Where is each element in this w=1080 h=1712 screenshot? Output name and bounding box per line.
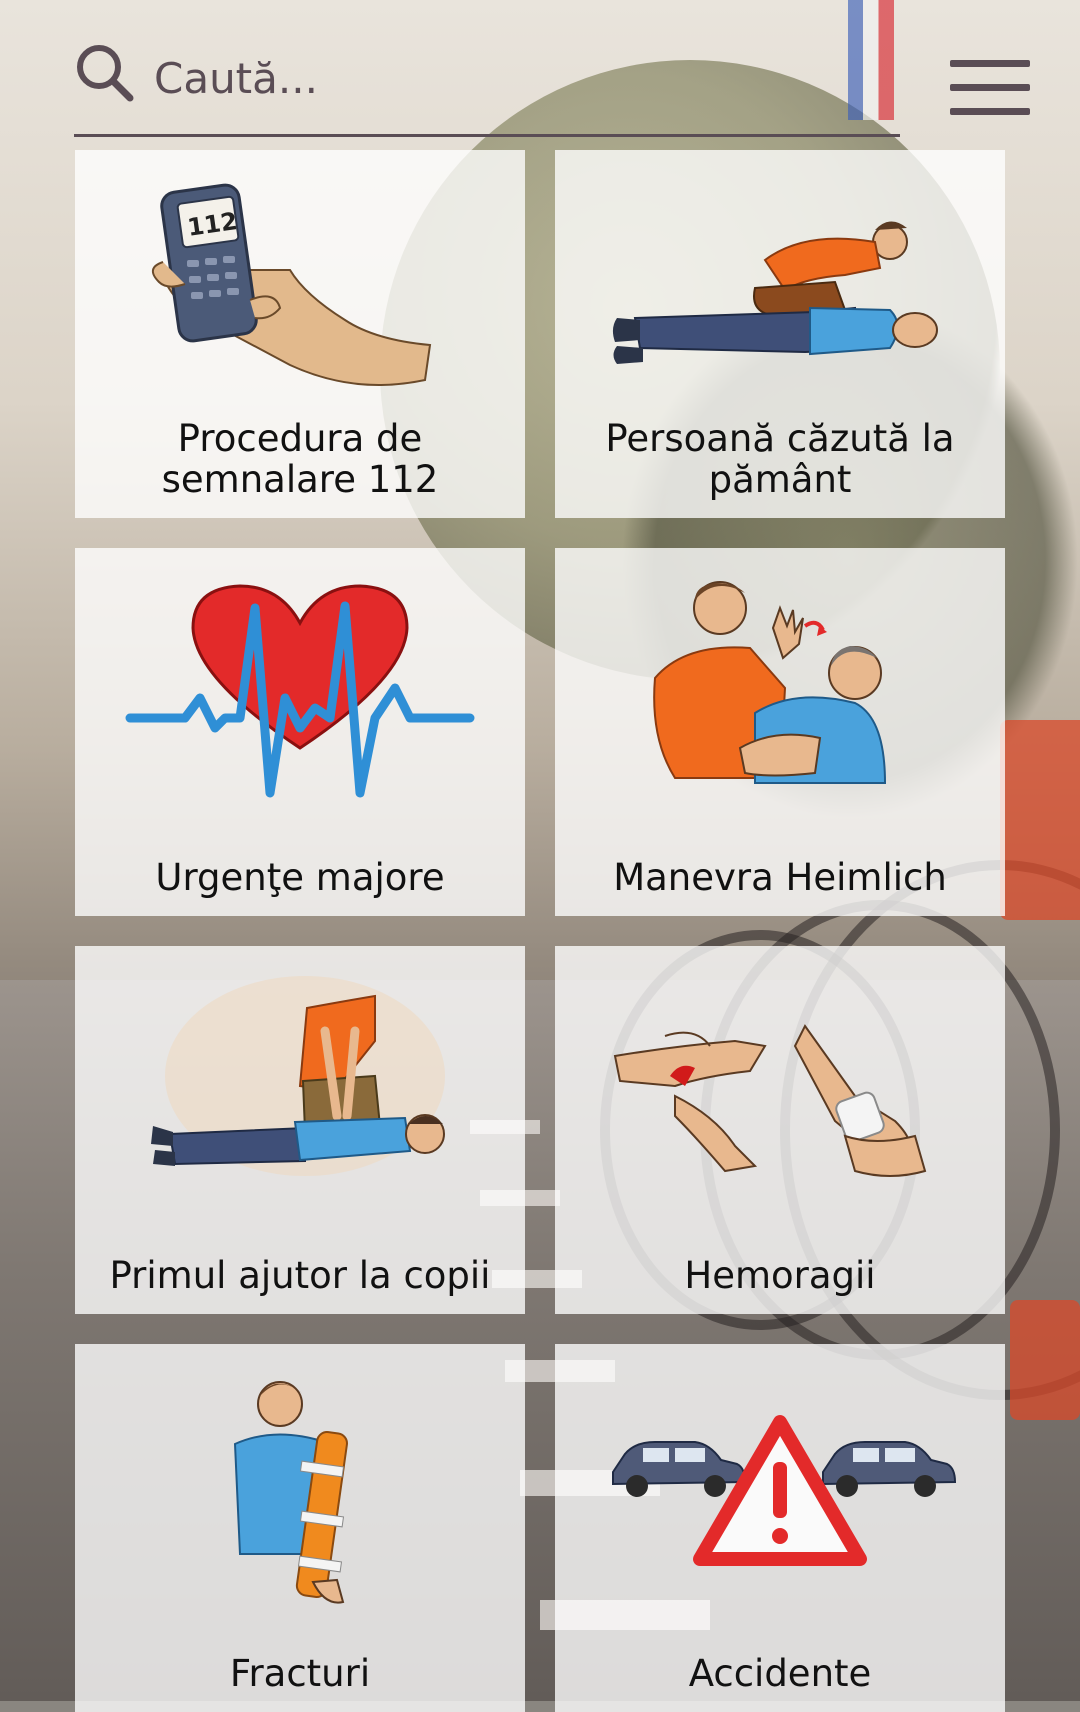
category-label: Accidente [688, 1652, 872, 1695]
bandage-icon [613, 1024, 927, 1177]
category-card-heimlich[interactable]: Manevra Heimlich [555, 548, 1005, 916]
category-label: Primul ajutor la copii [109, 1254, 491, 1297]
category-card-accidents[interactable]: Accidente [555, 1344, 1005, 1712]
category-card-fractures[interactable]: Fracturi [75, 1344, 525, 1712]
category-card-hemorrhage[interactable]: Hemoragii [555, 946, 1005, 1314]
child-cpr-icon [151, 976, 445, 1176]
heart-pulse-icon [125, 584, 475, 798]
splint-arm-icon [233, 1381, 348, 1604]
search-icon[interactable] [74, 42, 136, 104]
category-card-major-emergencies[interactable]: Urgenţe majore [75, 548, 525, 916]
phone-112-icon: 112 [152, 183, 432, 386]
category-label: Manevra Heimlich [613, 856, 947, 899]
category-label: Persoană căzută la pământ [605, 417, 955, 501]
car-accident-warning-icon [612, 1415, 957, 1566]
category-label: Hemoragii [684, 1254, 876, 1297]
category-label: Urgenţe majore [155, 856, 445, 899]
category-card-112[interactable]: 112 Procedura de semnalare 112 [75, 150, 525, 518]
category-label: Fracturi [229, 1652, 371, 1695]
category-card-children[interactable]: Primul ajutor la copii [75, 946, 525, 1314]
search-bar [74, 36, 900, 137]
search-input[interactable] [152, 46, 876, 110]
person-on-ground-icon [612, 221, 938, 364]
hamburger-menu-icon[interactable] [950, 60, 1030, 118]
category-label: Procedura de semnalare 112 [161, 417, 439, 501]
category-card-person-down[interactable]: Persoană căzută la pământ [555, 150, 1005, 518]
heimlich-icon [653, 581, 887, 784]
